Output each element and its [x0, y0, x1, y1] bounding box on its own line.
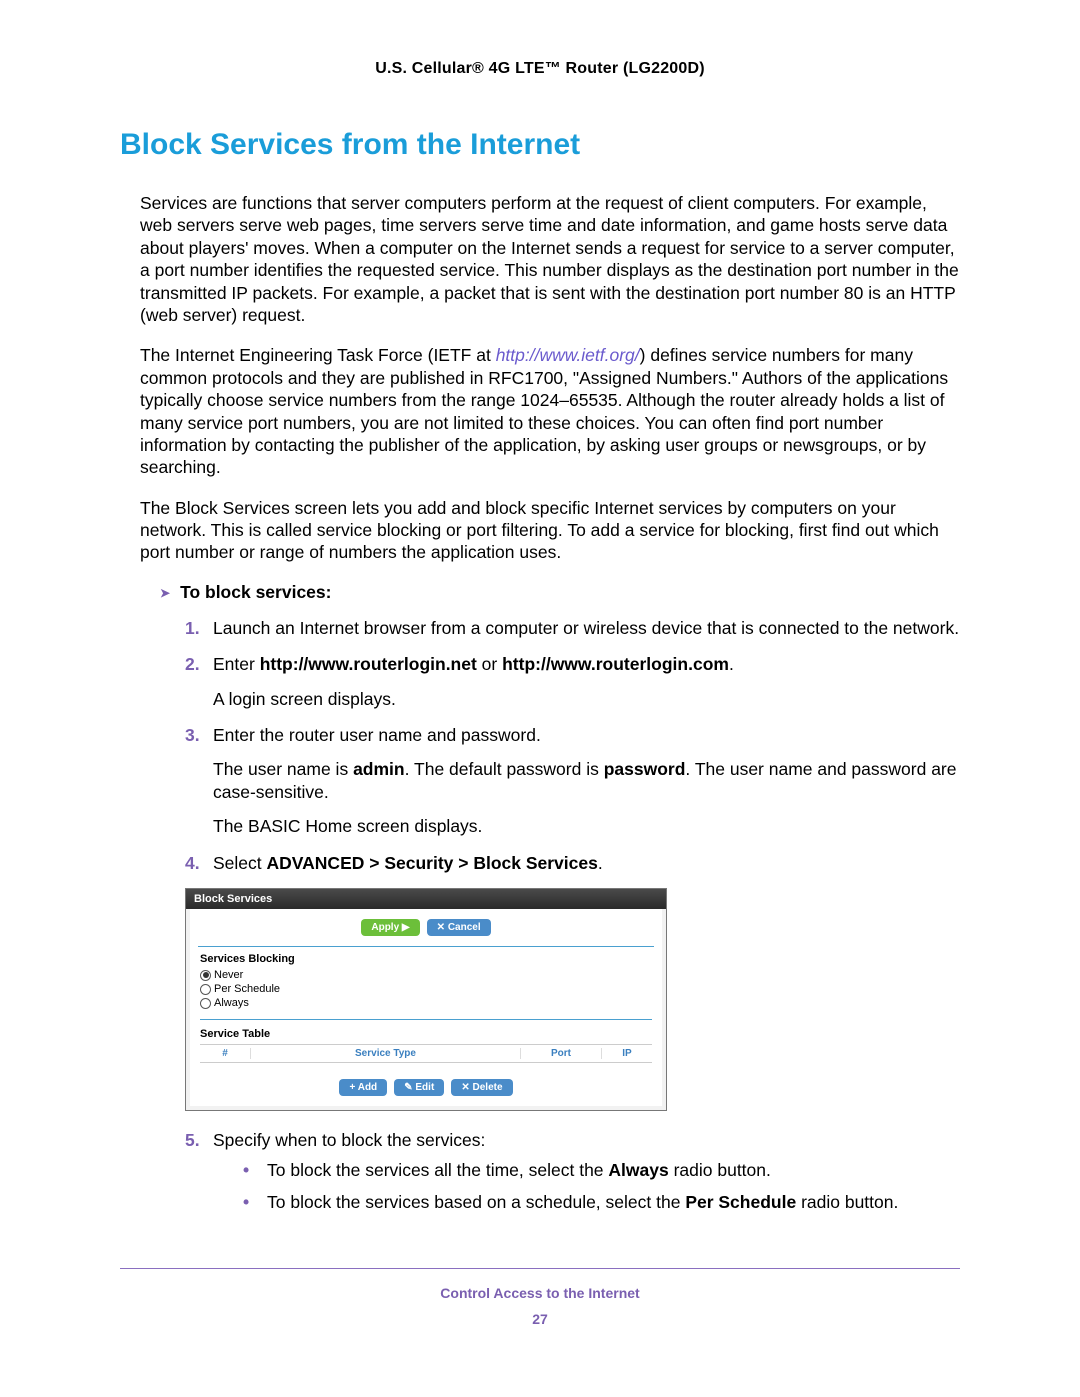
cancel-button[interactable]: ✕ Cancel	[427, 919, 491, 936]
col-ip: IP	[602, 1048, 652, 1059]
step-sub: A login screen displays.	[213, 688, 960, 710]
step-number: 4.	[185, 852, 200, 874]
text: . The default password is	[405, 759, 604, 779]
step-1: 1. Launch an Internet browser from a com…	[185, 617, 960, 639]
radio-label: Per Schedule	[214, 983, 280, 995]
step-number: 2.	[185, 653, 200, 675]
nav-path: ADVANCED > Security > Block Services	[267, 853, 598, 873]
step-3: 3. Enter the router user name and passwo…	[185, 724, 960, 838]
page-title: Block Services from the Internet	[120, 128, 960, 162]
per-schedule-label: Per Schedule	[685, 1192, 796, 1212]
step-5: 5. Specify when to block the services: •…	[185, 1129, 960, 1215]
col-service-type: Service Type	[251, 1048, 521, 1059]
paragraph-2: The Internet Engineering Task Force (IET…	[140, 344, 960, 478]
bullet-always: • To block the services all the time, se…	[243, 1159, 960, 1183]
page-number: 27	[120, 1311, 960, 1327]
text: The user name is	[213, 759, 353, 779]
text: The Internet Engineering Task Force (IET…	[140, 345, 496, 365]
radio-never[interactable]: Never	[200, 969, 652, 981]
footer-section-title: Control Access to the Internet	[120, 1285, 960, 1301]
apply-button[interactable]: Apply ▶	[361, 919, 419, 936]
radio-icon	[200, 970, 211, 981]
text: .	[729, 654, 734, 674]
text: .	[598, 853, 603, 873]
step-text: Select	[213, 853, 267, 873]
bullet-icon: •	[243, 1159, 249, 1183]
always-label: Always	[608, 1160, 668, 1180]
service-table: # Service Type Port IP	[200, 1044, 652, 1063]
ietf-link[interactable]: http://www.ietf.org/	[496, 345, 640, 365]
paragraph-1: Services are functions that server compu…	[140, 192, 960, 326]
steps-list: 1. Launch an Internet browser from a com…	[185, 617, 960, 874]
bullet-per-schedule: • To block the services based on a sched…	[243, 1191, 960, 1215]
col-num: #	[200, 1048, 251, 1059]
add-button[interactable]: + Add	[339, 1079, 387, 1096]
step-text: Enter the router user name and password.	[213, 725, 541, 745]
radio-label: Never	[214, 969, 243, 981]
radio-icon	[200, 984, 211, 995]
arrow-icon: ➤	[160, 586, 170, 600]
password: password	[604, 759, 686, 779]
service-table-label: Service Table	[200, 1028, 652, 1040]
step-number: 3.	[185, 724, 200, 746]
url-1: http://www.routerlogin.net	[260, 654, 477, 674]
col-port: Port	[521, 1048, 602, 1059]
radio-always[interactable]: Always	[200, 997, 652, 1009]
text: or	[477, 654, 502, 674]
bullet-icon: •	[243, 1191, 249, 1215]
document-header: U.S. Cellular® 4G LTE™ Router (LG2200D)	[120, 60, 960, 78]
procedure-heading: ➤ To block services:	[160, 582, 960, 603]
panel-title: Block Services	[186, 889, 666, 909]
page-footer: Control Access to the Internet 27	[120, 1268, 960, 1327]
step-number: 1.	[185, 617, 200, 639]
step-sub-1: The user name is admin. The default pass…	[213, 758, 960, 803]
step-sub-2: The BASIC Home screen displays.	[213, 815, 960, 837]
step-text: Launch an Internet browser from a comput…	[213, 618, 959, 638]
text: To block the services all the time, sele…	[267, 1160, 608, 1180]
step-number: 5.	[185, 1129, 200, 1151]
url-2: http://www.routerlogin.com	[502, 654, 729, 674]
step-2: 2. Enter http://www.routerlogin.net or h…	[185, 653, 960, 710]
edit-button[interactable]: ✎ Edit	[394, 1079, 444, 1096]
text: radio button.	[669, 1160, 771, 1180]
block-services-screenshot: Block Services Apply ▶ ✕ Cancel Services…	[185, 888, 667, 1111]
text: radio button.	[796, 1192, 898, 1212]
text: To block the services based on a schedul…	[267, 1192, 685, 1212]
radio-icon	[200, 998, 211, 1009]
delete-button[interactable]: ✕ Delete	[451, 1079, 512, 1096]
radio-label: Always	[214, 997, 249, 1009]
step-text: Specify when to block the services:	[213, 1130, 485, 1150]
radio-per-schedule[interactable]: Per Schedule	[200, 983, 652, 995]
step-4: 4. Select ADVANCED > Security > Block Se…	[185, 852, 960, 874]
step-text: Enter	[213, 654, 260, 674]
services-blocking-label: Services Blocking	[200, 953, 652, 965]
procedure-heading-text: To block services:	[180, 582, 331, 602]
paragraph-3: The Block Services screen lets you add a…	[140, 497, 960, 564]
username: admin	[353, 759, 405, 779]
steps-list-continued: 5. Specify when to block the services: •…	[185, 1129, 960, 1215]
